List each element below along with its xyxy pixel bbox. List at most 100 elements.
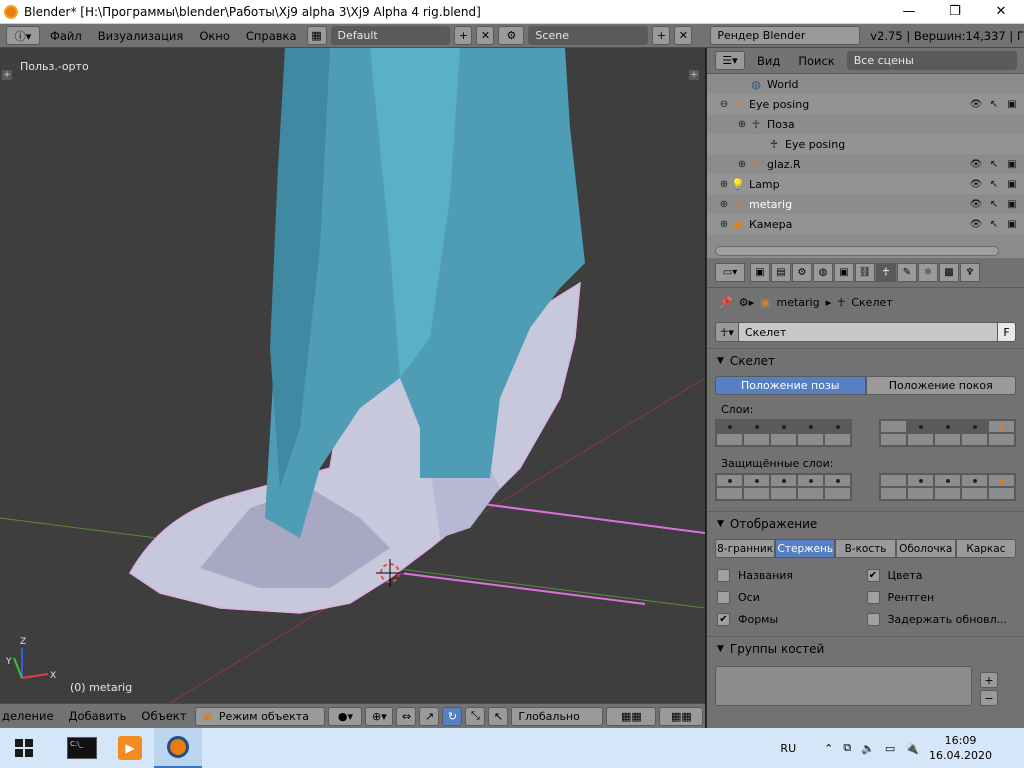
protected-layers-grid-left[interactable] — [715, 473, 852, 501]
armature-browse-icon[interactable]: ☥▾ — [715, 322, 739, 342]
blender-taskbar-icon[interactable] — [154, 728, 202, 768]
remove-scene-icon[interactable]: ✕ — [674, 26, 693, 45]
renderable-camera-icon[interactable]: ▣ — [1006, 98, 1018, 110]
add-layout-icon[interactable]: + — [454, 26, 473, 45]
manipulator-toggle-icon[interactable]: ⇔ — [396, 706, 417, 726]
selectable-cursor-icon[interactable]: ↖ — [988, 198, 1000, 210]
layer-toggle[interactable] — [716, 474, 743, 487]
object-tab-icon[interactable]: ▣ — [834, 263, 854, 282]
constraints-tab-icon[interactable]: ⛓ — [855, 263, 875, 282]
layer-toggle[interactable] — [797, 420, 824, 433]
terminal-taskbar-icon[interactable]: C:\_ — [58, 728, 106, 768]
layer-toggle[interactable] — [961, 487, 988, 500]
maximize-button[interactable]: ❐ — [932, 0, 978, 24]
outliner-scrollbar[interactable] — [715, 246, 999, 256]
layer-toggle[interactable] — [797, 433, 824, 446]
layer-toggle[interactable] — [770, 420, 797, 433]
menu-window[interactable]: Окно — [193, 25, 236, 47]
visibility-eye-icon[interactable]: 👁 — [970, 198, 983, 210]
layout-icon[interactable]: ▦ — [306, 26, 327, 45]
layer-toggle[interactable] — [797, 487, 824, 500]
bone-constraints-tab-icon[interactable]: ⚛ — [918, 263, 938, 282]
outliner-editor-type-icon[interactable]: ☰▾ — [715, 51, 745, 70]
layer-toggle[interactable] — [716, 433, 743, 446]
layer-toggle[interactable] — [961, 474, 988, 487]
outliner-row[interactable]: ⊕ ☥ Поза — [707, 114, 1024, 134]
selectable-cursor-icon[interactable]: ↖ — [988, 218, 1000, 230]
properties-shelf-toggle-icon[interactable]: + — [689, 70, 699, 80]
layer-toggle[interactable] — [934, 433, 961, 446]
texture-tab-icon[interactable]: ▩ — [939, 263, 959, 282]
layer-toggle[interactable] — [988, 487, 1015, 500]
layers-tab-icon[interactable]: ▤ — [771, 263, 791, 282]
add-bone-group-button[interactable]: + — [980, 672, 998, 688]
layer-toggle[interactable] — [880, 433, 907, 446]
layer-toggle[interactable] — [880, 487, 907, 500]
layer-toggle[interactable] — [716, 487, 743, 500]
translate-manipulator-icon[interactable]: ↗ — [419, 706, 440, 726]
layer-toggle[interactable] — [770, 487, 797, 500]
display-panel-header[interactable]: ▼ Отображение — [707, 511, 1024, 535]
outliner-row[interactable]: ⊕ 💡 Lamp 👁 ↖ ▣ — [707, 174, 1024, 194]
layer-toggle[interactable] — [716, 420, 743, 433]
armature-data-tab-icon[interactable]: ☥ — [876, 263, 896, 282]
layout-selector[interactable]: Default — [330, 26, 451, 45]
layer-toggle[interactable] — [880, 420, 907, 433]
add-scene-icon[interactable]: + — [652, 26, 671, 45]
selectable-cursor-icon[interactable]: ↖ — [988, 178, 1000, 190]
menu-object[interactable]: Объект — [135, 705, 192, 727]
outliner-row[interactable]: ◍ World — [707, 74, 1024, 94]
selectable-cursor-icon[interactable]: ↖ — [988, 98, 1000, 110]
menu-file[interactable]: Файл — [44, 25, 88, 47]
orientation-icon[interactable]: ↖ — [488, 706, 509, 726]
physics-tab-icon[interactable]: ♆ — [960, 263, 980, 282]
render-tab-icon[interactable]: ▣ — [750, 263, 770, 282]
display-option-checkbox[interactable]: Названия — [717, 566, 867, 584]
display-option-checkbox[interactable]: Рентген — [866, 588, 1017, 606]
scene-icon[interactable]: ⚙ — [498, 26, 525, 45]
layer-toggle[interactable] — [824, 433, 851, 446]
layer-toggle[interactable] — [988, 433, 1015, 446]
layer-toggle[interactable] — [797, 474, 824, 487]
menu-select[interactable]: деление — [2, 705, 60, 727]
media-player-taskbar-icon[interactable]: ▶ — [106, 728, 154, 768]
outliner-menu-search[interactable]: Поиск — [792, 50, 840, 72]
display-icon[interactable]: ▭ — [885, 742, 895, 755]
armature-name-input[interactable]: Скелет — [739, 322, 998, 342]
layer-toggle[interactable] — [770, 433, 797, 446]
expand-toggle-icon[interactable]: ⊕ — [717, 199, 731, 210]
layer-toggle[interactable] — [824, 487, 851, 500]
skeleton-panel-header[interactable]: ▼ Скелет — [707, 348, 1024, 372]
volume-icon[interactable]: 🔈 — [861, 742, 875, 755]
display-mode-button[interactable]: Стержень — [775, 539, 836, 558]
layer-toggle[interactable] — [934, 474, 961, 487]
mode-selector[interactable]: ▣ Режим объекта — [195, 706, 326, 726]
layer-toggle[interactable] — [907, 474, 934, 487]
display-mode-button[interactable]: Оболочка — [895, 539, 956, 558]
expand-toggle-icon[interactable]: ⊖ — [717, 99, 731, 110]
menu-help[interactable]: Справка — [240, 25, 303, 47]
visibility-eye-icon[interactable]: 👁 — [970, 218, 983, 230]
windows-start-icon[interactable] — [0, 728, 48, 768]
menu-add[interactable]: Добавить — [63, 705, 133, 727]
renderable-camera-icon[interactable]: ▣ — [1006, 198, 1018, 210]
layer-toggle[interactable] — [961, 433, 988, 446]
display-option-checkbox[interactable]: Задержать обновл... — [866, 610, 1017, 628]
expand-toggle-icon[interactable]: ⊕ — [717, 219, 731, 230]
rest-position-button[interactable]: Положение покоя — [865, 376, 1016, 395]
renderable-camera-icon[interactable]: ▣ — [1006, 178, 1018, 190]
outliner-filter-selector[interactable]: Все сцены — [846, 51, 1017, 70]
input-language[interactable]: RU — [780, 742, 796, 755]
remove-bone-group-button[interactable]: − — [980, 690, 998, 706]
3d-viewport[interactable]: Z X Y Польз.-орто (0) metarig + + — [0, 48, 705, 703]
expand-toggle-icon[interactable]: ⊕ — [735, 119, 749, 130]
selectable-cursor-icon[interactable]: ↖ — [988, 158, 1000, 170]
display-mode-button[interactable]: Каркас — [955, 539, 1017, 558]
layer-toggle[interactable] — [743, 474, 770, 487]
bone-groups-panel-header[interactable]: ▼ Группы костей — [707, 636, 1024, 660]
pin-icon[interactable]: 📌 — [719, 296, 733, 309]
layer-toggle[interactable] — [743, 433, 770, 446]
world-tab-icon[interactable]: ◍ — [813, 263, 833, 282]
power-icon[interactable]: 🔌 — [905, 742, 919, 755]
remove-layout-icon[interactable]: ✕ — [476, 26, 495, 45]
